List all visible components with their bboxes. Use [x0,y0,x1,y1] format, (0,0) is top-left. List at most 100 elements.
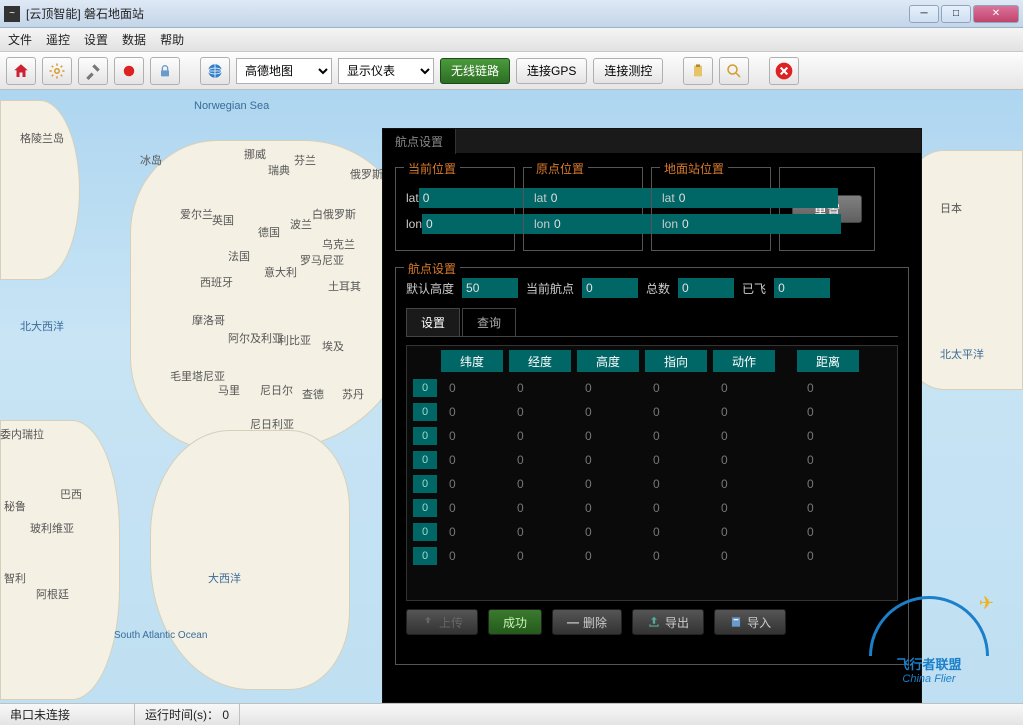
map-label: South Atlantic Ocean [114,630,207,641]
cell-lat: 0 [441,405,509,419]
map-label: 利比亚 [278,332,311,348]
station-lat-input[interactable] [675,188,838,208]
import-button[interactable]: 导入 [714,609,786,635]
map-label: 西班牙 [200,274,233,290]
total-input[interactable] [678,278,734,298]
cell-heading: 0 [645,525,713,539]
menu-data[interactable]: 数据 [122,31,146,48]
table-row[interactable]: 0000000 [407,424,897,448]
upload-button[interactable]: 上传 [406,609,478,635]
menu-file[interactable]: 文件 [8,31,32,48]
cell-dist: 0 [799,501,867,515]
cell-action: 0 [713,501,781,515]
cell-action: 0 [713,525,781,539]
connect-tc-button[interactable]: 连接测控 [593,58,663,84]
table-row[interactable]: 0000000 [407,448,897,472]
map-label: 智利 [4,570,26,586]
row-index: 0 [413,379,437,397]
cell-lon: 0 [509,525,577,539]
globe-button[interactable] [200,57,230,85]
table-row[interactable]: 0000000 [407,400,897,424]
cell-alt: 0 [577,477,645,491]
reset-group: 重置 [779,167,875,251]
map-label: 尼日尔 [260,382,293,398]
search-button[interactable] [719,57,749,85]
map-view[interactable]: 格陵兰岛 Norwegian Sea 冰岛 北大西洋 北太平洋 挪威 瑞典 芬兰… [0,90,1023,703]
cell-lon: 0 [509,381,577,395]
menu-help[interactable]: 帮助 [160,31,184,48]
stop-button[interactable] [769,57,799,85]
cell-lon: 0 [509,453,577,467]
group-legend: 地面站位置 [660,160,728,177]
flown-input[interactable] [774,278,830,298]
map-label: 瑞典 [268,162,290,178]
col-lat: 纬度 [441,350,503,372]
menu-remote[interactable]: 遥控 [46,31,70,48]
map-label: 阿根廷 [36,586,69,602]
panel-tab-waypoints[interactable]: 航点设置 [383,129,456,154]
map-label: 大西洋 [208,570,241,586]
table-row[interactable]: 0000000 [407,376,897,400]
close-button[interactable]: ✕ [973,5,1019,23]
record-icon [120,62,138,80]
section-legend: 航点设置 [404,260,460,277]
map-label: 委内瑞拉 [0,426,44,442]
tab-set[interactable]: 设置 [406,308,460,336]
row-index: 0 [413,475,437,493]
cell-heading: 0 [645,477,713,491]
lat-label: lat [662,191,675,205]
cell-alt: 0 [577,453,645,467]
map-label: 日本 [940,200,962,216]
origin-position-group: 原点位置 lat lon [523,167,643,251]
cell-action: 0 [713,477,781,491]
map-provider-select[interactable]: 高德地图 [236,58,332,84]
tools-button[interactable] [78,57,108,85]
minimize-button[interactable]: ─ [909,5,939,23]
cell-heading: 0 [645,429,713,443]
map-label: 意大利 [264,264,297,280]
success-button[interactable]: 成功 [488,609,542,635]
group-legend: 当前位置 [404,160,460,177]
record-button[interactable] [114,57,144,85]
map-label: 北太平洋 [940,346,984,362]
menu-settings[interactable]: 设置 [84,31,108,48]
cell-dist: 0 [799,453,867,467]
wireless-button[interactable]: 无线链路 [440,58,510,84]
map-label: 尼日利亚 [250,416,294,432]
lock-button[interactable] [150,57,180,85]
default-alt-input[interactable] [462,278,518,298]
cell-dist: 0 [799,429,867,443]
titlebar: ~ [云顶智能] 磐石地面站 ─ □ ✕ [0,0,1023,28]
clipboard-button[interactable] [683,57,713,85]
cell-lat: 0 [441,381,509,395]
cell-lon: 0 [509,429,577,443]
table-row[interactable]: 0000000 [407,544,897,568]
clipboard-icon [690,62,706,80]
map-label: 波兰 [290,216,312,232]
display-select[interactable]: 显示仪表 [338,58,434,84]
cell-alt: 0 [577,501,645,515]
tab-query[interactable]: 查询 [462,308,516,336]
cell-heading: 0 [645,453,713,467]
table-row[interactable]: 0000000 [407,472,897,496]
station-lon-input[interactable] [678,214,841,234]
cell-dist: 0 [799,525,867,539]
map-label: 乌克兰 [322,236,355,252]
waypoint-table[interactable]: 纬度 经度 高度 指向 动作 距离 0000000000000000000000… [406,345,898,601]
gear-button[interactable] [42,57,72,85]
delete-button[interactable]: —删除 [552,609,622,635]
table-row[interactable]: 0000000 [407,520,897,544]
home-button[interactable] [6,57,36,85]
table-row[interactable]: 0000000 [407,496,897,520]
maximize-button[interactable]: □ [941,5,971,23]
map-label: Norwegian Sea [194,100,269,112]
connect-gps-button[interactable]: 连接GPS [516,58,587,84]
current-wp-input[interactable] [582,278,638,298]
col-lon: 经度 [509,350,571,372]
map-label: 爱尔兰 [180,206,213,222]
export-button[interactable]: 导出 [632,609,704,635]
station-position-group: 地面站位置 lat lon [651,167,771,251]
map-label: 格陵兰岛 [20,130,64,146]
cell-lat: 0 [441,525,509,539]
cell-action: 0 [713,405,781,419]
